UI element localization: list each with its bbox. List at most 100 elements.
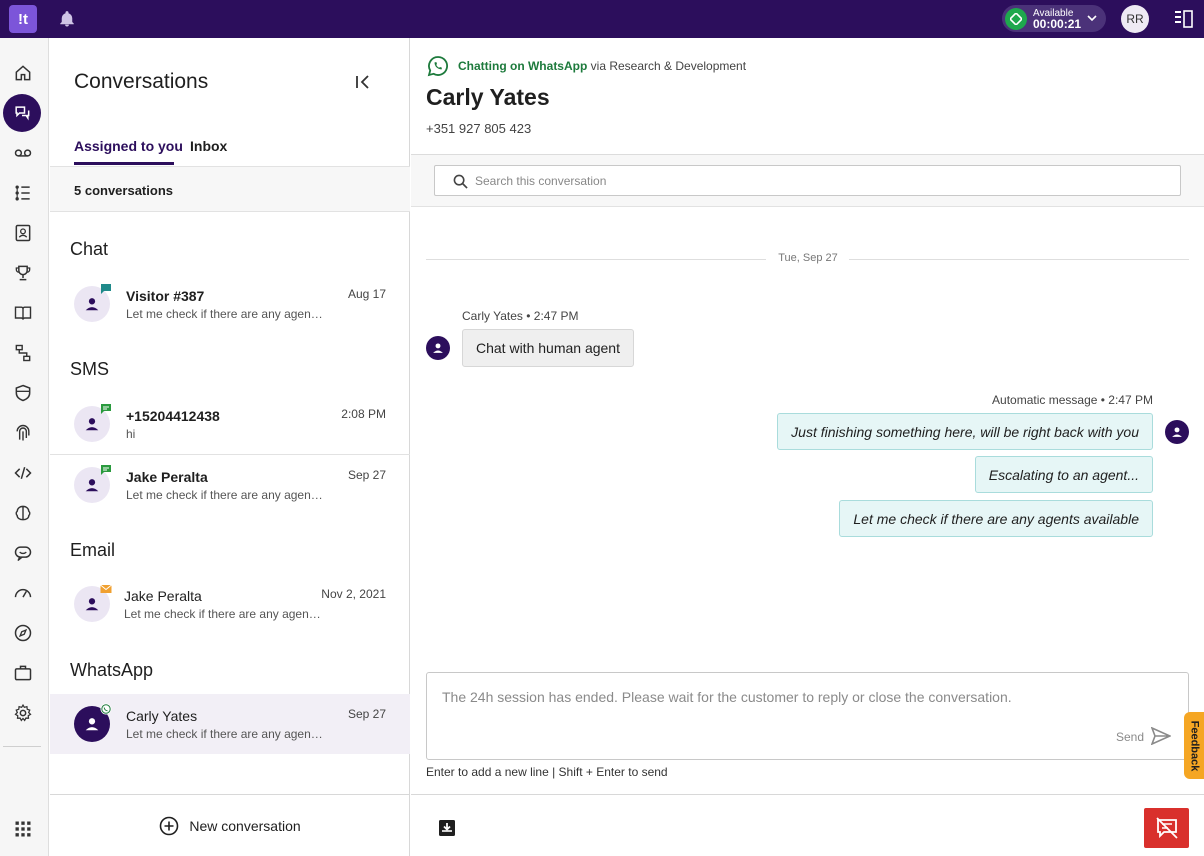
message-composer[interactable]: The 24h session has ended. Please wait f… xyxy=(426,672,1189,760)
conversation-preview: Let me check if there are any agents ava… xyxy=(126,307,326,321)
section-title-chat: Chat xyxy=(70,239,109,259)
person-icon xyxy=(85,298,99,311)
conversations-panel: Conversations Assigned to you Inbox 5 co… xyxy=(50,38,410,856)
search-icon xyxy=(453,174,468,189)
user-avatar[interactable]: RR xyxy=(1121,5,1149,33)
flow-icon[interactable] xyxy=(12,342,34,364)
list-item[interactable]: +15204412438 hi 2:08 PM xyxy=(50,394,410,454)
conversation-name: +15204412438 xyxy=(126,408,220,424)
availability-status[interactable]: Available 00:00:21 xyxy=(1002,5,1106,32)
incoming-message-meta: Carly Yates • 2:47 PM xyxy=(462,309,579,323)
composer-hint: Enter to add a new line | Shift + Enter … xyxy=(426,765,668,779)
conversation-date: Aug 17 xyxy=(347,287,386,301)
fingerprint-icon[interactable] xyxy=(12,422,34,444)
bot-avatar xyxy=(1165,420,1189,444)
new-conversation-button[interactable]: New conversation xyxy=(50,794,410,856)
collapse-panel-icon[interactable] xyxy=(354,72,374,92)
tab-inbox[interactable]: Inbox xyxy=(190,138,227,154)
date-separator-line xyxy=(426,259,766,260)
apps-grid-icon[interactable] xyxy=(12,818,34,840)
sms-message-icon xyxy=(101,404,111,414)
close-conversation-button[interactable] xyxy=(1144,808,1189,848)
outgoing-message-bubble: Just finishing something here, will be r… xyxy=(777,413,1153,450)
conversation-preview: Let me check if there are any agents ava… xyxy=(124,607,324,621)
home-icon[interactable] xyxy=(12,62,34,84)
composer-disabled-text: The 24h session has ended. Please wait f… xyxy=(442,689,1012,705)
conversation-name: Jake Peralta xyxy=(126,469,208,485)
status-timer: 00:00:21 xyxy=(1033,16,1082,31)
channel-info: Chatting on WhatsApp via Research & Deve… xyxy=(458,59,746,73)
conversation-preview: hi xyxy=(126,427,136,441)
briefcase-icon[interactable] xyxy=(12,662,34,684)
contact-phone: +351 927 805 423 xyxy=(426,121,532,136)
feedback-label: Feedback xyxy=(1188,720,1200,771)
email-envelope-icon xyxy=(100,584,112,593)
status-diamond-icon xyxy=(1005,7,1027,30)
compass-icon[interactable] xyxy=(12,622,34,644)
chevron-down-icon xyxy=(1087,15,1097,22)
shield-icon[interactable] xyxy=(12,382,34,404)
ai-brain-icon[interactable] xyxy=(12,502,34,524)
contact-name: Carly Yates xyxy=(426,84,550,110)
list-item[interactable]: Visitor #387 Let me check if there are a… xyxy=(50,274,410,334)
voicemail-icon[interactable] xyxy=(12,142,34,164)
customer-avatar xyxy=(426,336,450,360)
settings-gear-icon[interactable] xyxy=(12,702,34,724)
incoming-message-bubble: Chat with human agent xyxy=(462,329,634,367)
section-title-email: Email xyxy=(70,540,116,560)
channel-name: Chatting on WhatsApp xyxy=(458,59,588,73)
conversation-date: Sep 27 xyxy=(347,468,386,482)
conversation-count: 5 conversations xyxy=(74,183,173,198)
conversation-date: Sep 27 xyxy=(347,707,386,721)
person-icon xyxy=(433,343,443,353)
list-item[interactable]: Jake Peralta Let me check if there are a… xyxy=(50,574,410,634)
search-input[interactable] xyxy=(475,172,1165,190)
list-item[interactable]: Jake Peralta Let me check if there are a… xyxy=(50,454,410,514)
date-separator: Tue, Sep 27 xyxy=(771,252,845,264)
queue-list-icon[interactable] xyxy=(12,182,34,204)
section-title-sms: SMS xyxy=(70,359,110,379)
bell-icon[interactable] xyxy=(58,10,76,28)
plus-circle-icon xyxy=(160,816,179,835)
person-icon xyxy=(85,718,99,731)
tab-assigned-to-you[interactable]: Assigned to you xyxy=(74,138,183,154)
app-logo[interactable]: !t xyxy=(9,5,37,33)
outgoing-message-bubble: Let me check if there are any agents ava… xyxy=(839,500,1153,537)
footer-divider xyxy=(411,794,1204,795)
new-conversation-label: New conversation xyxy=(189,817,301,834)
conversation-name: Jake Peralta xyxy=(124,588,202,604)
conversations-nav-icon[interactable] xyxy=(3,94,41,132)
download-tray-icon[interactable] xyxy=(437,818,457,838)
conversation-preview: Let me check if there are any agents ava… xyxy=(126,488,326,502)
whatsapp-icon xyxy=(100,703,112,715)
send-label: Send xyxy=(1116,730,1145,744)
side-panel-icon[interactable] xyxy=(1174,10,1194,28)
person-icon xyxy=(1172,427,1182,437)
person-icon xyxy=(85,418,99,431)
chatbot-icon[interactable] xyxy=(12,542,34,564)
sms-message-icon xyxy=(101,465,111,475)
trophy-icon[interactable] xyxy=(12,262,34,284)
person-icon xyxy=(85,479,99,492)
conversation-date: Nov 2, 2021 xyxy=(321,587,386,601)
top-bar: !t Available 00:00:21 RR xyxy=(0,0,1204,38)
active-tab-indicator xyxy=(74,162,174,165)
dashboard-gauge-icon[interactable] xyxy=(12,582,34,604)
channel-via: via Research & Development xyxy=(587,59,747,73)
conversation-count-bar: 5 conversations xyxy=(50,166,410,212)
conversation-name: Visitor #387 xyxy=(126,288,205,304)
outgoing-message-meta: Automatic message • 2:47 PM xyxy=(992,393,1153,407)
send-icon[interactable] xyxy=(1151,727,1171,745)
knowledge-book-icon[interactable] xyxy=(12,302,34,324)
conversation-date: 2:08 PM xyxy=(341,407,386,421)
whatsapp-icon xyxy=(427,56,448,77)
code-icon[interactable] xyxy=(12,462,34,484)
panel-title: Conversations xyxy=(74,70,209,93)
list-item-selected[interactable]: Carly Yates Let me check if there are an… xyxy=(50,694,410,754)
contacts-icon[interactable] xyxy=(12,222,34,244)
nav-divider xyxy=(3,746,41,747)
conversation-name: Carly Yates xyxy=(126,708,198,724)
outgoing-message-bubble: Escalating to an agent... xyxy=(974,456,1153,493)
chat-bubble-icon xyxy=(101,284,111,294)
feedback-tab[interactable]: Feedback xyxy=(1184,712,1204,779)
